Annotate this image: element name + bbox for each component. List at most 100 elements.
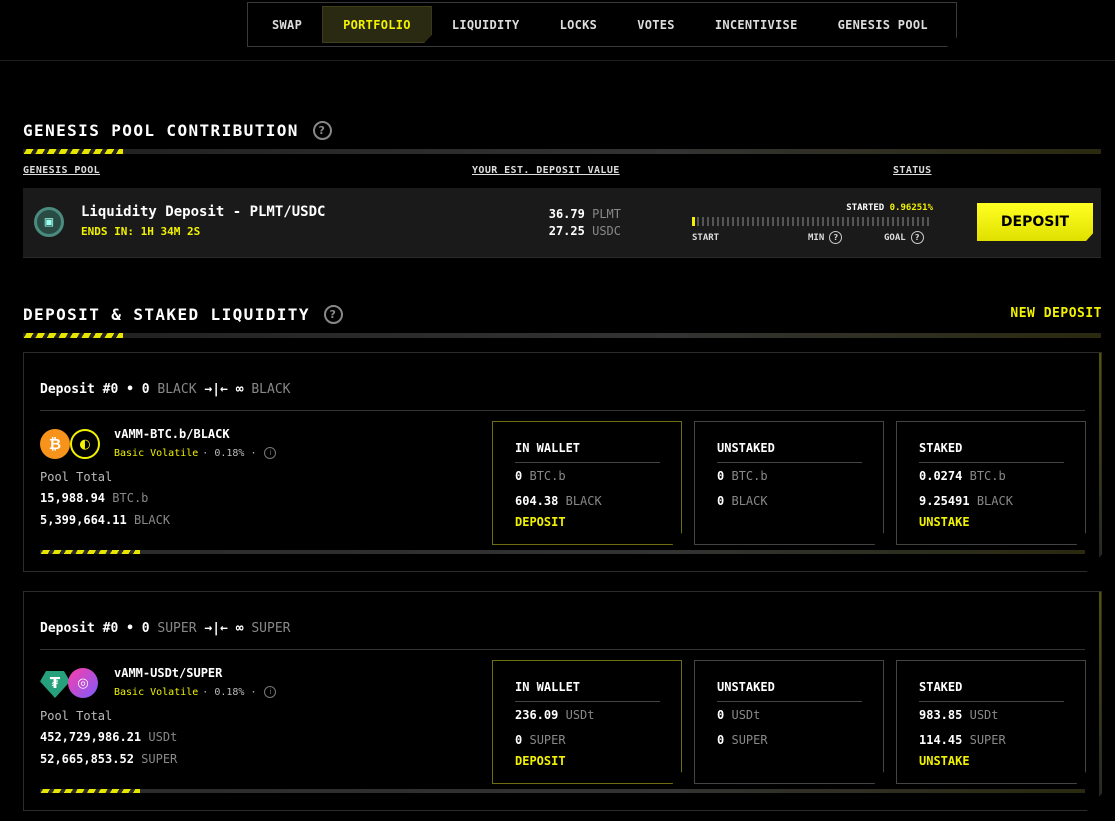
deposit-infinity: ∞ — [235, 621, 244, 636]
pool-total-token2: 5,399,664.11 BLACK — [40, 513, 170, 527]
genesis-progress-bar — [692, 217, 932, 226]
box-title: UNSTAKED — [717, 680, 775, 694]
deposit-token-2: SUPER — [251, 621, 291, 636]
unstaked-line-1: 0 BTC.b — [717, 469, 768, 483]
in-wallet-box: IN WALLET 0 BTC.b 604.38 BLACK DEPOSIT — [492, 421, 682, 545]
card-stripe — [40, 789, 1085, 793]
staked-box: STAKED 0.0274 BTC.b 9.25491 BLACK UNSTAK… — [896, 421, 1086, 545]
nav-portfolio[interactable]: PORTFOLIO — [322, 6, 432, 43]
info-icon[interactable]: i — [264, 686, 277, 698]
deposit-token-2: BLACK — [251, 382, 291, 397]
unit: SUPER — [969, 733, 1006, 747]
value: 9.25491 — [919, 494, 970, 508]
unstake-link[interactable]: UNSTAKE — [919, 515, 970, 529]
pool-total-token1: 452,729,986.21 USDt — [40, 730, 177, 744]
deposit-id: Deposit #0 • 0 — [40, 621, 150, 636]
in-wallet-box: IN WALLET 236.09 USDt 0 SUPER DEPOSIT — [492, 660, 682, 784]
deposit-token: BLACK — [157, 382, 197, 397]
col-head-genesis-pool: GENESIS POOL — [23, 165, 101, 176]
unit: USDt — [731, 708, 761, 722]
pool-total-label: Pool Total — [40, 709, 113, 723]
nav-incentivise[interactable]: INCENTIVISE — [695, 6, 818, 43]
help-icon[interactable]: ? — [829, 231, 843, 244]
pair-type: Basic Volatile · 0.18% · i — [114, 686, 277, 698]
pool-total-token1: 15,988.94 BTC.b — [40, 491, 148, 505]
value: 604.38 — [515, 494, 559, 508]
genesis-section-title: GENESIS POOL CONTRIBUTION ? — [23, 121, 332, 140]
genesis-pool-row: ▣ Liquidity Deposit - PLMT/USDC ENDS IN:… — [23, 188, 1101, 258]
range-arrows-icon: →|← — [204, 621, 228, 636]
genesis-ends-in: ENDS IN: 1H 34M 2S — [81, 225, 201, 238]
genesis-title-text: GENESIS POOL CONTRIBUTION — [23, 121, 299, 140]
nav-swap[interactable]: SWAP — [252, 6, 322, 43]
new-deposit-link[interactable]: NEW DEPOSIT — [1010, 306, 1102, 321]
deposit-id: Deposit #0 • 0 — [40, 382, 150, 397]
staked-line-1: 0.0274 BTC.b — [919, 469, 1006, 483]
unit: BTC.b — [731, 469, 768, 483]
wallet-line-2: 604.38 BLACK — [515, 494, 602, 508]
total-unit-1: USDt — [148, 730, 178, 744]
value: 0 — [515, 469, 523, 483]
deposits-section-title: DEPOSIT & STAKED LIQUIDITY ? — [23, 305, 343, 324]
box-separator — [919, 701, 1064, 702]
pool-total-label: Pool Total — [40, 470, 113, 484]
pair-name[interactable]: vAMM-BTC.b/BLACK — [114, 427, 230, 441]
value: 114.45 — [919, 733, 963, 747]
box-separator — [515, 701, 660, 702]
nav-genesis-pool[interactable]: GENESIS POOL — [818, 6, 948, 43]
unstake-link[interactable]: UNSTAKE — [919, 754, 970, 768]
unit-usdc: USDC — [592, 224, 621, 238]
help-icon[interactable]: ? — [910, 231, 924, 244]
box-title: IN WALLET — [515, 441, 581, 455]
start-label-text: START — [692, 233, 720, 243]
wallet-line-1: 0 BTC.b — [515, 469, 566, 483]
unstaked-box: UNSTAKED 0 BTC.b 0 BLACK — [694, 421, 884, 545]
super-token-icon: ◎ — [68, 668, 98, 698]
pool-type: Basic Volatile — [114, 686, 199, 698]
total-amount-2: 52,665,853.52 — [40, 752, 134, 766]
unstaked-line-2: 0 BLACK — [717, 494, 768, 508]
nav-locks[interactable]: LOCKS — [540, 6, 618, 43]
unit: SUPER — [731, 733, 768, 747]
pool-fee: · 0.18% · — [202, 686, 257, 698]
progress-fill — [692, 217, 695, 226]
info-icon[interactable]: i — [264, 447, 277, 459]
unit: USDt — [565, 708, 595, 722]
progress-goal-label: GOAL ? — [884, 231, 924, 244]
pair-type: Basic Volatile · 0.18% · i — [114, 447, 277, 459]
tether-icon: ₮ — [40, 671, 70, 698]
total-amount-2: 5,399,664.11 — [40, 513, 127, 527]
deposit-value-usdc: 27.25 USDC — [549, 224, 621, 238]
started-label: STARTED — [846, 203, 885, 213]
deposit-link[interactable]: DEPOSIT — [515, 754, 566, 768]
progress-min-label: MIN ? — [808, 231, 843, 244]
unstaked-box: UNSTAKED 0 USDt 0 SUPER — [694, 660, 884, 784]
deposit-link[interactable]: DEPOSIT — [515, 515, 566, 529]
pool-fee: · 0.18% · — [202, 447, 257, 459]
deposit-infinity: ∞ — [235, 382, 244, 397]
pair-icons: ₿ ◐ — [40, 429, 104, 461]
started-percent: 0.96251% — [889, 203, 933, 213]
staked-line-2: 114.45 SUPER — [919, 733, 1006, 747]
help-icon[interactable]: ? — [323, 305, 343, 324]
card-separator — [40, 410, 1085, 411]
help-icon[interactable]: ? — [312, 121, 332, 140]
unit: BLACK — [565, 494, 602, 508]
value: 0 — [717, 733, 725, 747]
unit-plmt: PLMT — [592, 207, 621, 221]
nav-votes[interactable]: VOTES — [617, 6, 695, 43]
box-title: IN WALLET — [515, 680, 581, 694]
value: 0.0274 — [919, 469, 963, 483]
unit: USDt — [969, 708, 999, 722]
min-label-text: MIN — [808, 232, 825, 243]
pair-name[interactable]: vAMM-USDt/SUPER — [114, 666, 222, 680]
amount-usdc: 27.25 — [548, 224, 585, 238]
genesis-deposit-button[interactable]: DEPOSIT — [977, 203, 1093, 241]
nav-liquidity[interactable]: LIQUIDITY — [432, 6, 540, 43]
pair-icons: ₮ ◎ — [40, 668, 104, 700]
unstaked-line-1: 0 USDt — [717, 708, 760, 722]
box-separator — [515, 462, 660, 463]
unit: BLACK — [976, 494, 1013, 508]
progress-start-label: START — [692, 233, 719, 243]
deposits-title-text: DEPOSIT & STAKED LIQUIDITY — [23, 305, 310, 324]
